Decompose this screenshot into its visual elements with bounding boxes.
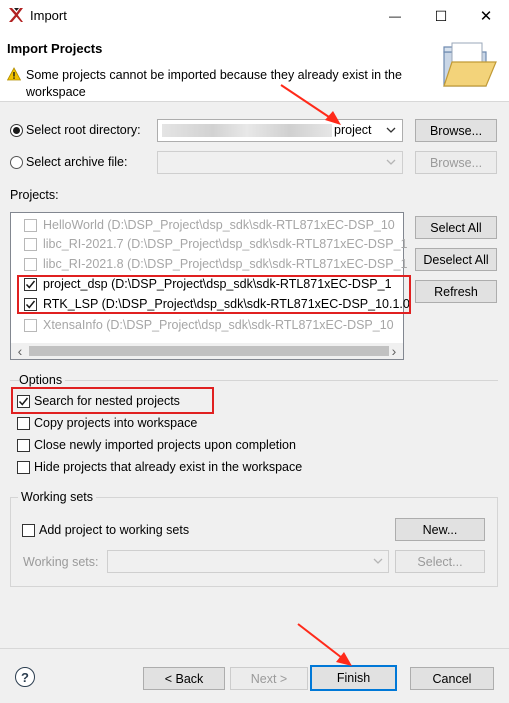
annotation-arrows [280,84,352,666]
arrow-to-root-directory [280,84,341,125]
arrow-to-finish [297,623,352,666]
